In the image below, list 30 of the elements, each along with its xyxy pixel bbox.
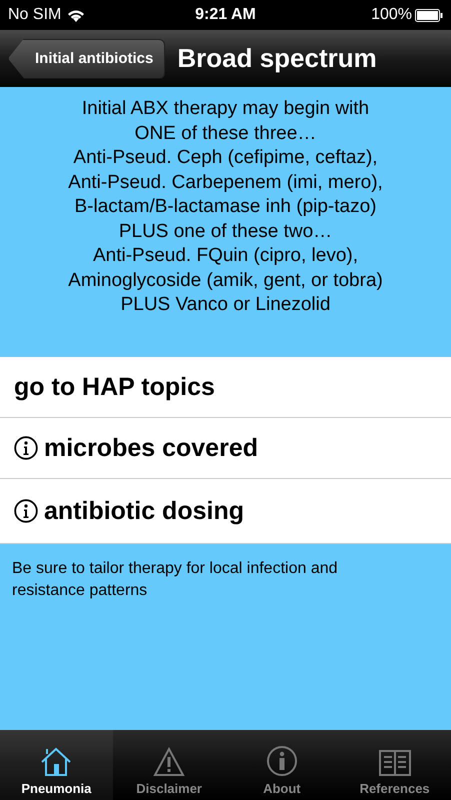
warning-icon: [153, 747, 186, 777]
summary-line: Anti-Pseud. Carbepenem (imi, mero),: [68, 170, 383, 194]
menu-row[interactable]: antibiotic dosing: [0, 479, 451, 544]
note-text: Be sure to tailor therapy for local infection and resistance patterns: [12, 560, 338, 599]
house-icon: [40, 747, 72, 777]
summary-line: PLUS one of these two…: [118, 220, 332, 244]
screen-title: Broad spectrum: [177, 43, 377, 74]
summary-line: Anti-Pseud. Ceph (cefipime, ceftaz),: [73, 146, 378, 170]
back-button[interactable]: Initial antibiotics: [8, 38, 166, 78]
summary-line: Aminoglycoside (amik, gent, or tobra): [68, 268, 383, 292]
menu-row[interactable]: go to HAP topics: [0, 357, 451, 418]
tab-item[interactable]: Pneumonia: [0, 730, 113, 800]
summary-line: PLUS Vanco or Linezolid: [120, 293, 330, 317]
summary-line: B-lactam/B-lactamase inh (pip-tazo): [74, 195, 376, 219]
summary-line: ONE of these three…: [134, 122, 316, 146]
info-icon: [14, 436, 38, 460]
tab-item[interactable]: Disclaimer: [112, 730, 226, 800]
info-icon: [266, 745, 298, 777]
book-icon: [378, 749, 412, 777]
clock-text: 9:21 AM: [195, 6, 256, 24]
tab-item[interactable]: References: [338, 730, 451, 800]
summary-line: Anti-Pseud. FQuin (cipro, levo),: [92, 244, 358, 268]
tab-item[interactable]: About: [226, 730, 338, 800]
carrier-text: No SIM: [8, 6, 62, 24]
battery-text: 100%: [371, 6, 412, 24]
wifi-icon: [67, 8, 86, 22]
battery-icon: [415, 8, 443, 22]
summary-line: Initial ABX therapy may begin with: [82, 97, 370, 121]
info-icon: [14, 499, 38, 523]
menu-row[interactable]: microbes covered: [0, 418, 451, 479]
